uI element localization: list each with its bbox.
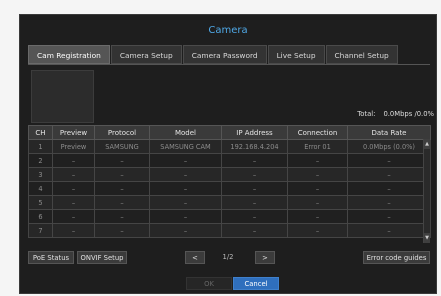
table-scrollbar[interactable]: ▲ ▼ xyxy=(423,139,430,243)
cell-data-rate: – xyxy=(347,153,431,168)
cell-connection: – xyxy=(287,195,348,210)
cell-model: – xyxy=(149,209,222,224)
ok-button[interactable]: OK xyxy=(186,277,232,290)
cell-ip-address: – xyxy=(221,153,288,168)
cell-model: – xyxy=(149,153,222,168)
cell-connection: – xyxy=(287,223,348,238)
table-row[interactable]: 1 Preview SAMSUNG SAMSUNG CAM 192.168.4.… xyxy=(28,139,431,154)
cell-connection: – xyxy=(287,153,348,168)
prev-page-button[interactable]: < xyxy=(185,251,205,264)
onvif-setup-button[interactable]: ONVIF Setup xyxy=(77,251,127,264)
cell-connection: – xyxy=(287,181,348,196)
cell-protocol: SAMSUNG xyxy=(94,139,150,154)
tab-divider xyxy=(28,64,430,65)
cell-ch: 3 xyxy=(28,167,53,182)
cell-preview: – xyxy=(52,167,95,182)
cell-protocol: – xyxy=(94,181,150,196)
scroll-down-icon[interactable]: ▼ xyxy=(424,233,430,243)
cell-protocol: – xyxy=(94,209,150,224)
cell-ch: 1 xyxy=(28,139,53,154)
scroll-up-icon[interactable]: ▲ xyxy=(424,139,430,149)
cell-protocol: – xyxy=(94,167,150,182)
tab-bar: Cam Registration Camera Setup Camera Pas… xyxy=(28,45,399,64)
column-header-ip-address: IP Address xyxy=(221,125,288,140)
cell-protocol: – xyxy=(94,223,150,238)
cell-connection: Error 01 xyxy=(287,139,348,154)
column-header-data-rate: Data Rate xyxy=(347,125,431,140)
tab-live-setup[interactable]: Live Setup xyxy=(267,45,325,64)
cell-preview: – xyxy=(52,181,95,196)
cell-data-rate: 0.0Mbps (0.0%) xyxy=(347,139,431,154)
next-page-button[interactable]: > xyxy=(255,251,275,264)
cell-protocol: – xyxy=(94,153,150,168)
tab-camera-password[interactable]: Camera Password xyxy=(182,45,267,64)
tab-camera-setup[interactable]: Camera Setup xyxy=(110,45,182,64)
cell-ip-address: – xyxy=(221,209,288,224)
cell-connection: – xyxy=(287,209,348,224)
cell-ip-address: – xyxy=(221,195,288,210)
poe-status-button[interactable]: PoE Status xyxy=(28,251,74,264)
cell-ip-address: – xyxy=(221,223,288,238)
table-row[interactable]: 6 – – – – – – xyxy=(28,209,431,224)
cell-ch: 7 xyxy=(28,223,53,238)
table-row[interactable]: 5 – – – – – – xyxy=(28,195,431,210)
error-code-guides-button[interactable]: Error code guides xyxy=(363,251,430,264)
column-header-protocol: Protocol xyxy=(94,125,150,140)
cell-preview[interactable]: Preview xyxy=(52,139,95,154)
cell-ch: 2 xyxy=(28,153,53,168)
cancel-button[interactable]: Cancel xyxy=(233,277,279,290)
cell-protocol: – xyxy=(94,195,150,210)
column-header-connection: Connection xyxy=(287,125,348,140)
cell-ip-address: – xyxy=(221,167,288,182)
cell-data-rate: – xyxy=(347,195,431,210)
cell-preview: – xyxy=(52,209,95,224)
cell-model: – xyxy=(149,195,222,210)
cell-ch: 6 xyxy=(28,209,53,224)
camera-dialog: Camera Cam Registration Camera Setup Cam… xyxy=(19,14,437,294)
cell-preview: – xyxy=(52,223,95,238)
total-bandwidth: Total: 0.0Mbps /0.0% xyxy=(357,110,434,118)
cell-ch: 4 xyxy=(28,181,53,196)
column-header-preview: Preview xyxy=(52,125,95,140)
dialog-title: Camera xyxy=(208,25,248,36)
column-header-model: Model xyxy=(149,125,222,140)
column-header-ch: CH xyxy=(28,125,53,140)
cell-ch: 5 xyxy=(28,195,53,210)
cell-ip-address: – xyxy=(221,181,288,196)
total-label: Total: xyxy=(357,110,376,118)
total-value: 0.0Mbps /0.0% xyxy=(383,110,434,118)
cell-ip-address: 192.168.4.204 xyxy=(221,139,288,154)
cell-data-rate: – xyxy=(347,181,431,196)
cell-model: – xyxy=(149,181,222,196)
cell-model: – xyxy=(149,167,222,182)
cell-data-rate: – xyxy=(347,209,431,224)
table-row[interactable]: 2 – – – – – – xyxy=(28,153,431,168)
table-row[interactable]: 4 – – – – – – xyxy=(28,181,431,196)
table-header-row: CH Preview Protocol Model IP Address Con… xyxy=(28,125,431,140)
cell-model: SAMSUNG CAM xyxy=(149,139,222,154)
table-row[interactable]: 7 – – – – – – xyxy=(28,223,431,238)
camera-table: CH Preview Protocol Model IP Address Con… xyxy=(28,125,431,238)
cell-data-rate: – xyxy=(347,167,431,182)
cell-model: – xyxy=(149,223,222,238)
table-row[interactable]: 3 – – – – – – xyxy=(28,167,431,182)
tab-channel-setup[interactable]: Channel Setup xyxy=(325,45,398,64)
tab-cam-registration[interactable]: Cam Registration xyxy=(28,45,110,64)
camera-preview-pane xyxy=(31,70,94,123)
cell-connection: – xyxy=(287,167,348,182)
cell-preview: – xyxy=(52,153,95,168)
cell-preview: – xyxy=(52,195,95,210)
cell-data-rate: – xyxy=(347,223,431,238)
page-indicator: 1/2 xyxy=(222,253,234,261)
